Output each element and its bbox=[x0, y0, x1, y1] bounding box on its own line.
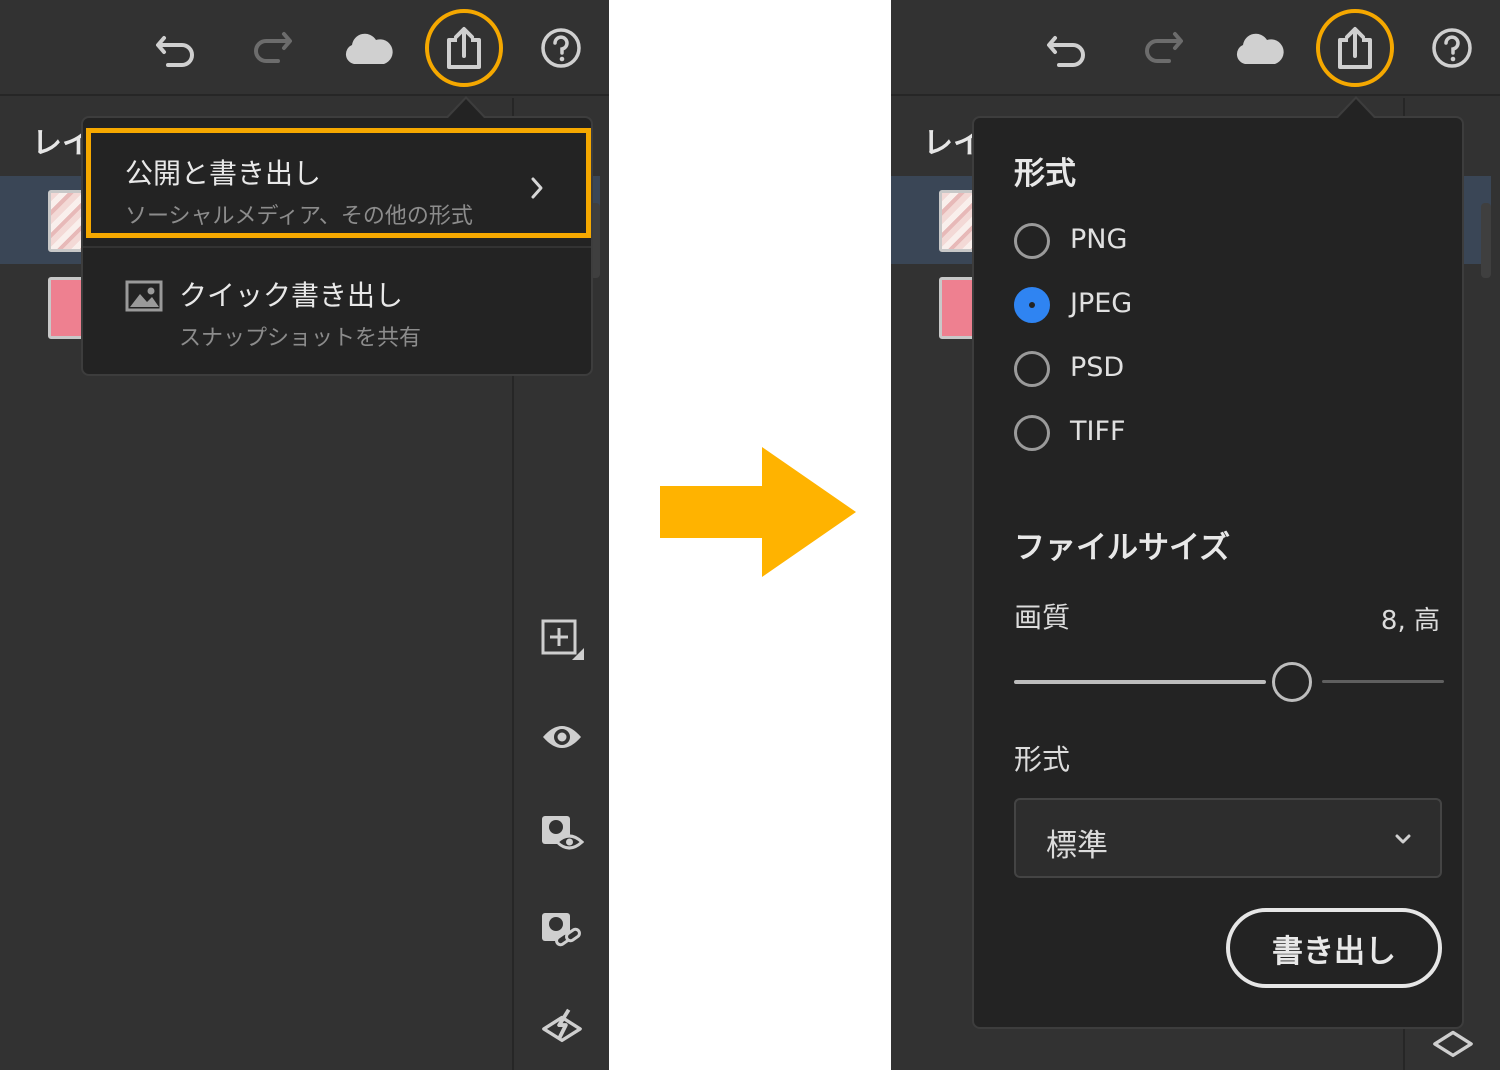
radio-button-checked[interactable] bbox=[1014, 287, 1050, 323]
layer-thumbnail[interactable] bbox=[48, 190, 84, 252]
radio-label-tiff: TIFF bbox=[1070, 416, 1126, 447]
type-label: 形式 bbox=[1014, 743, 1071, 776]
left-screen: レイヤー 公開と書き出し ソーシャルメディア、その他の形式 bbox=[0, 0, 609, 1070]
export-highlight-ring bbox=[1316, 9, 1394, 87]
undo-icon[interactable] bbox=[142, 14, 210, 82]
image-icon bbox=[125, 280, 163, 316]
clear-layer-icon[interactable] bbox=[540, 1005, 584, 1049]
layer-thumbnail[interactable] bbox=[939, 190, 975, 252]
radio-png[interactable] bbox=[1014, 222, 1052, 260]
radio-jpeg[interactable] bbox=[1014, 286, 1052, 324]
top-toolbar bbox=[0, 0, 609, 96]
export-settings-popover: 形式 PNG JPEG PSD TIFF ファイルサイズ 画質 8, 高 形式 … bbox=[972, 116, 1464, 1029]
popover-caret-fill bbox=[1338, 99, 1374, 118]
add-layer-icon[interactable] bbox=[540, 618, 584, 662]
menu-item-title: 公開と書き出し bbox=[125, 157, 322, 190]
quality-label: 画質 bbox=[1014, 601, 1071, 634]
layer-thumbnail[interactable] bbox=[939, 277, 975, 339]
help-icon[interactable] bbox=[527, 14, 595, 82]
redo-icon[interactable] bbox=[238, 14, 306, 82]
mask-visibility-icon[interactable] bbox=[540, 812, 584, 856]
type-select[interactable]: 標準 bbox=[1014, 798, 1442, 878]
flyout-caret-fill bbox=[448, 99, 484, 118]
filesize-section-title: ファイルサイズ bbox=[1014, 530, 1231, 566]
radio-label-png: PNG bbox=[1070, 224, 1128, 255]
export-button[interactable]: 書き出し bbox=[1226, 908, 1442, 988]
visibility-icon[interactable] bbox=[540, 715, 584, 759]
menu-item-quick-export[interactable]: クイック書き出し スナップショットを共有 bbox=[83, 248, 591, 374]
quality-slider-track[interactable] bbox=[1322, 680, 1444, 683]
format-section-title: 形式 bbox=[1014, 156, 1076, 192]
radio-label-psd: PSD bbox=[1070, 352, 1125, 383]
type-select-value: 標準 bbox=[1046, 828, 1108, 864]
mask-link-icon[interactable] bbox=[540, 909, 584, 953]
radio-psd[interactable] bbox=[1014, 350, 1052, 388]
radio-button[interactable] bbox=[1014, 351, 1050, 387]
layer-thumbnail[interactable] bbox=[48, 277, 84, 339]
chevron-right-icon bbox=[529, 176, 545, 204]
cloud-icon[interactable] bbox=[334, 14, 402, 82]
menu-item-subtitle: ソーシャルメディア、その他の形式 bbox=[125, 204, 473, 229]
menu-item-publish-export[interactable]: 公開と書き出し ソーシャルメディア、その他の形式 bbox=[83, 118, 591, 246]
redo-icon[interactable] bbox=[1129, 14, 1197, 82]
quality-value: 8, 高 bbox=[1380, 606, 1440, 636]
top-toolbar bbox=[891, 0, 1500, 96]
quality-slider-fill[interactable] bbox=[1014, 680, 1266, 684]
export-highlight-ring bbox=[425, 9, 503, 87]
cloud-icon[interactable] bbox=[1225, 14, 1293, 82]
undo-icon[interactable] bbox=[1033, 14, 1101, 82]
radio-button[interactable] bbox=[1014, 415, 1050, 451]
quality-slider-thumb[interactable] bbox=[1272, 662, 1312, 702]
help-icon[interactable] bbox=[1418, 14, 1486, 82]
menu-item-title: クイック書き出し bbox=[179, 279, 404, 312]
transition-arrow-icon bbox=[660, 447, 856, 577]
menu-item-subtitle: スナップショットを共有 bbox=[179, 326, 422, 351]
radio-label-jpeg: JPEG bbox=[1070, 288, 1133, 319]
radio-button[interactable] bbox=[1014, 223, 1050, 259]
radio-tiff[interactable] bbox=[1014, 414, 1052, 452]
chevron-down-icon bbox=[1394, 830, 1412, 849]
export-menu-flyout: 公開と書き出し ソーシャルメディア、その他の形式 クイック書き出し スナップショ… bbox=[81, 116, 593, 376]
